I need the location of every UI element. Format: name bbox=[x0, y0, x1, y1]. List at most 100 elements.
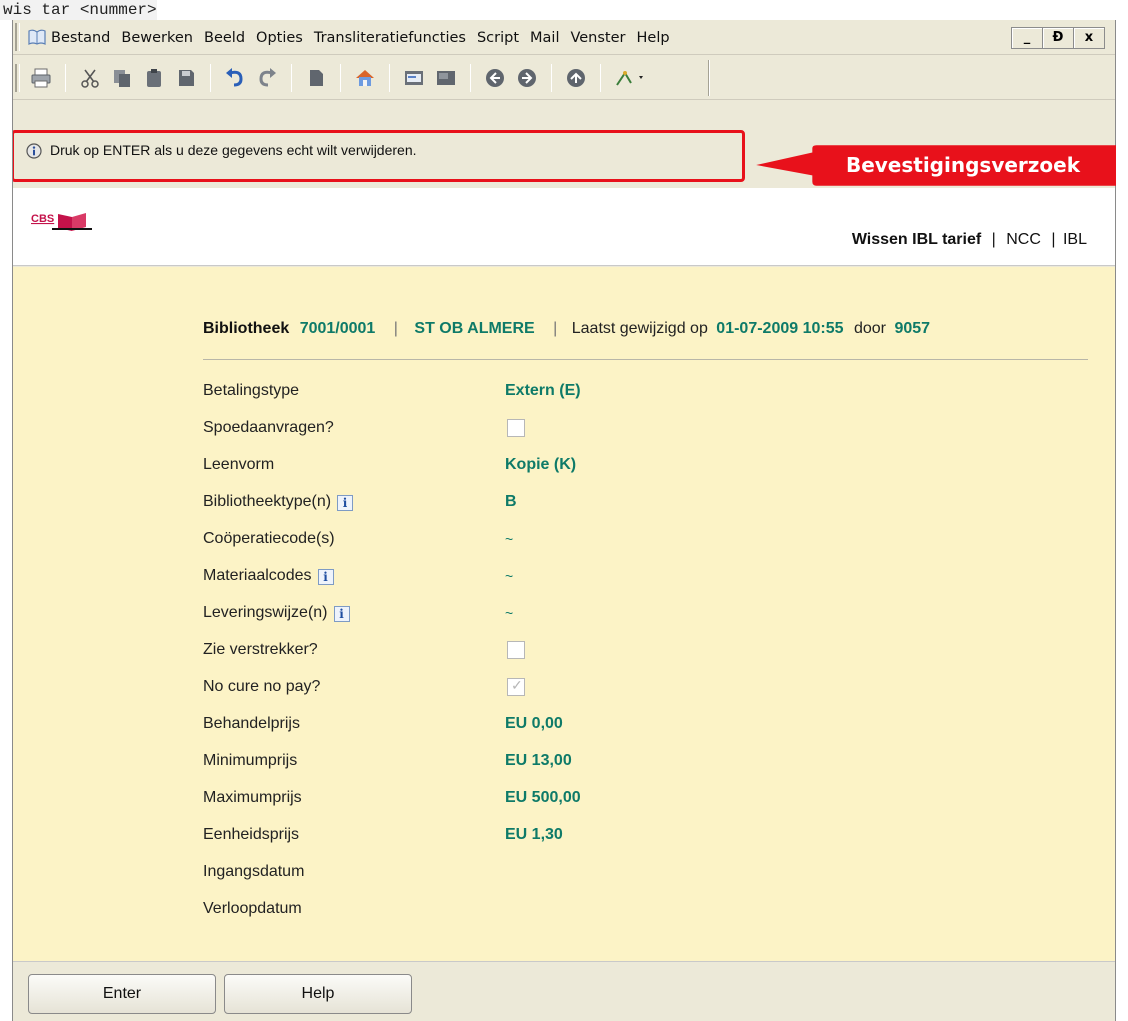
paste-icon[interactable] bbox=[142, 66, 166, 90]
modified-label: Laatst gewijzigd op bbox=[571, 320, 708, 337]
field-value: EU 500,00 bbox=[505, 789, 581, 806]
field-row-leenvorm: Leenvorm Kopie (K) bbox=[13, 447, 1113, 484]
menu-opties[interactable]: Opties bbox=[256, 30, 303, 46]
field-label: Minimumprijs bbox=[203, 752, 298, 769]
field-value: ~ bbox=[505, 531, 514, 547]
field-row-ingangsdatum: Ingangsdatum bbox=[13, 854, 1113, 891]
confirmation-message: Druk op ENTER als u deze gegevens echt w… bbox=[50, 142, 417, 158]
field-row-eenheidsprijs: Eenheidsprijs EU 1,30 bbox=[13, 817, 1113, 854]
menu-bewerken[interactable]: Bewerken bbox=[121, 30, 193, 46]
field-row-minimumprijs: Minimumprijs EU 13,00 bbox=[13, 743, 1113, 780]
info-icon[interactable]: i bbox=[317, 569, 334, 585]
field-label: Behandelprijs bbox=[203, 715, 300, 732]
field-row-materiaalcodes: Materiaalcodes i ~ bbox=[13, 558, 1113, 595]
logo-text: CBS bbox=[31, 213, 54, 225]
page-title-area: Wissen IBL tarief | NCC | IBL bbox=[852, 231, 1087, 249]
toolbar-separator bbox=[470, 64, 471, 92]
info-icon[interactable]: i bbox=[333, 606, 350, 622]
toolbar-separator bbox=[340, 64, 341, 92]
by-user: 9057 bbox=[894, 320, 931, 337]
field-label-wrap: Materiaalcodes i bbox=[203, 567, 334, 585]
field-row-zie-verstrekker: Zie verstrekker? bbox=[13, 632, 1113, 669]
zie-verstrekker-checkbox[interactable] bbox=[507, 641, 525, 659]
field-label: Leveringswijze(n) bbox=[203, 604, 328, 621]
info-separator: | bbox=[393, 320, 398, 337]
back-icon[interactable] bbox=[483, 66, 507, 90]
undo-icon[interactable] bbox=[223, 66, 247, 90]
up-icon[interactable] bbox=[564, 66, 588, 90]
save-icon[interactable] bbox=[174, 66, 198, 90]
field-label: Betalingstype bbox=[203, 382, 300, 399]
menu-bar: Bestand Bewerken Beeld Opties Transliter… bbox=[13, 20, 1115, 55]
field-value: ~ bbox=[505, 568, 514, 584]
toolbar-separator bbox=[600, 64, 601, 92]
field-row-betalingstype: Betalingstype Extern (E) bbox=[13, 373, 1113, 410]
info-icon[interactable]: i bbox=[337, 495, 354, 511]
menu-mail[interactable]: Mail bbox=[530, 30, 559, 46]
field-value: EU 13,00 bbox=[505, 752, 572, 769]
callout-label: Bevestigingsverzoek bbox=[845, 153, 1081, 177]
redo-icon[interactable] bbox=[255, 66, 279, 90]
cut-icon[interactable] bbox=[78, 66, 102, 90]
toolbar-separator bbox=[65, 64, 66, 92]
library-name: ST OB ALMERE bbox=[414, 320, 535, 337]
tag-ncc: NCC bbox=[1006, 231, 1041, 248]
no-cure-no-pay-checkbox[interactable] bbox=[507, 677, 525, 696]
field-value: ~ bbox=[505, 605, 514, 621]
enter-button[interactable]: Enter bbox=[28, 974, 216, 1014]
field-value: EU 0,00 bbox=[505, 715, 563, 732]
field-label: Coöperatiecode(s) bbox=[203, 530, 335, 547]
menu-venster[interactable]: Venster bbox=[570, 30, 625, 46]
toolbar-end-separator bbox=[708, 60, 710, 96]
page-title: Wissen IBL tarief bbox=[851, 231, 982, 248]
modified-date: 01-07-2009 10:55 bbox=[716, 320, 844, 337]
form-icon[interactable] bbox=[402, 66, 426, 90]
menu-transliteratiefuncties[interactable]: Transliteratiefuncties bbox=[314, 30, 466, 46]
window-controls: _ Ɖ x bbox=[1011, 27, 1105, 49]
toolbar-separator bbox=[210, 64, 211, 92]
field-label: Verloopdatum bbox=[203, 900, 302, 917]
library-label: Bibliotheek bbox=[203, 320, 290, 337]
restore-button[interactable]: Ɖ bbox=[1042, 27, 1074, 49]
card-icon[interactable] bbox=[434, 66, 458, 90]
menu-script[interactable]: Script bbox=[477, 30, 519, 46]
app-book-icon[interactable] bbox=[27, 28, 47, 46]
minimize-button[interactable]: _ bbox=[1011, 27, 1043, 49]
menu-bestand[interactable]: Bestand bbox=[51, 30, 110, 46]
toolbar-separator bbox=[389, 64, 390, 92]
page-icon[interactable] bbox=[304, 66, 328, 90]
field-label: Bibliotheektype(n) bbox=[203, 493, 332, 510]
cbs-logo: CBS bbox=[31, 213, 92, 231]
field-row-behandelprijs: Behandelprijs EU 0,00 bbox=[13, 706, 1113, 743]
tag-ibl: IBL bbox=[1062, 231, 1087, 248]
field-label: Maximumprijs bbox=[203, 789, 302, 806]
button-bar: Enter Help bbox=[13, 961, 1115, 1021]
print-icon[interactable] bbox=[29, 66, 53, 90]
copy-icon[interactable] bbox=[110, 66, 134, 90]
forward-icon[interactable] bbox=[515, 66, 539, 90]
close-button[interactable]: x bbox=[1073, 27, 1105, 49]
info-circle-icon bbox=[26, 143, 42, 159]
toolbar-separator bbox=[291, 64, 292, 92]
spoedaanvragen-checkbox[interactable] bbox=[507, 419, 525, 437]
record-info-bar: Bibliotheek 7001/0001 | ST OB ALMERE | L… bbox=[203, 320, 1088, 360]
menu-help[interactable]: Help bbox=[637, 30, 670, 46]
field-value: Extern (E) bbox=[505, 382, 581, 399]
field-label: Materiaalcodes bbox=[203, 567, 312, 584]
info-separator: | bbox=[553, 320, 558, 337]
home-icon[interactable] bbox=[353, 66, 377, 90]
confirmation-message-box: Druk op ENTER als u deze gegevens echt w… bbox=[13, 130, 745, 182]
toolbar-grip[interactable] bbox=[15, 64, 20, 92]
field-label: Ingangsdatum bbox=[203, 863, 305, 880]
menubar-grip[interactable] bbox=[15, 23, 20, 51]
title-separator: | bbox=[991, 231, 996, 248]
field-label: Zie verstrekker? bbox=[203, 641, 318, 658]
page-header: CBS Wissen IBL tarief | NCC | IBL bbox=[13, 188, 1115, 266]
help-button[interactable]: Help bbox=[224, 974, 412, 1014]
menu-beeld[interactable]: Beeld bbox=[204, 30, 245, 46]
toolbar bbox=[13, 56, 1115, 100]
title-separator: | bbox=[1051, 231, 1056, 248]
tools-icon[interactable] bbox=[613, 66, 647, 90]
field-label: Leenvorm bbox=[203, 456, 275, 473]
field-value: Kopie (K) bbox=[505, 456, 577, 473]
